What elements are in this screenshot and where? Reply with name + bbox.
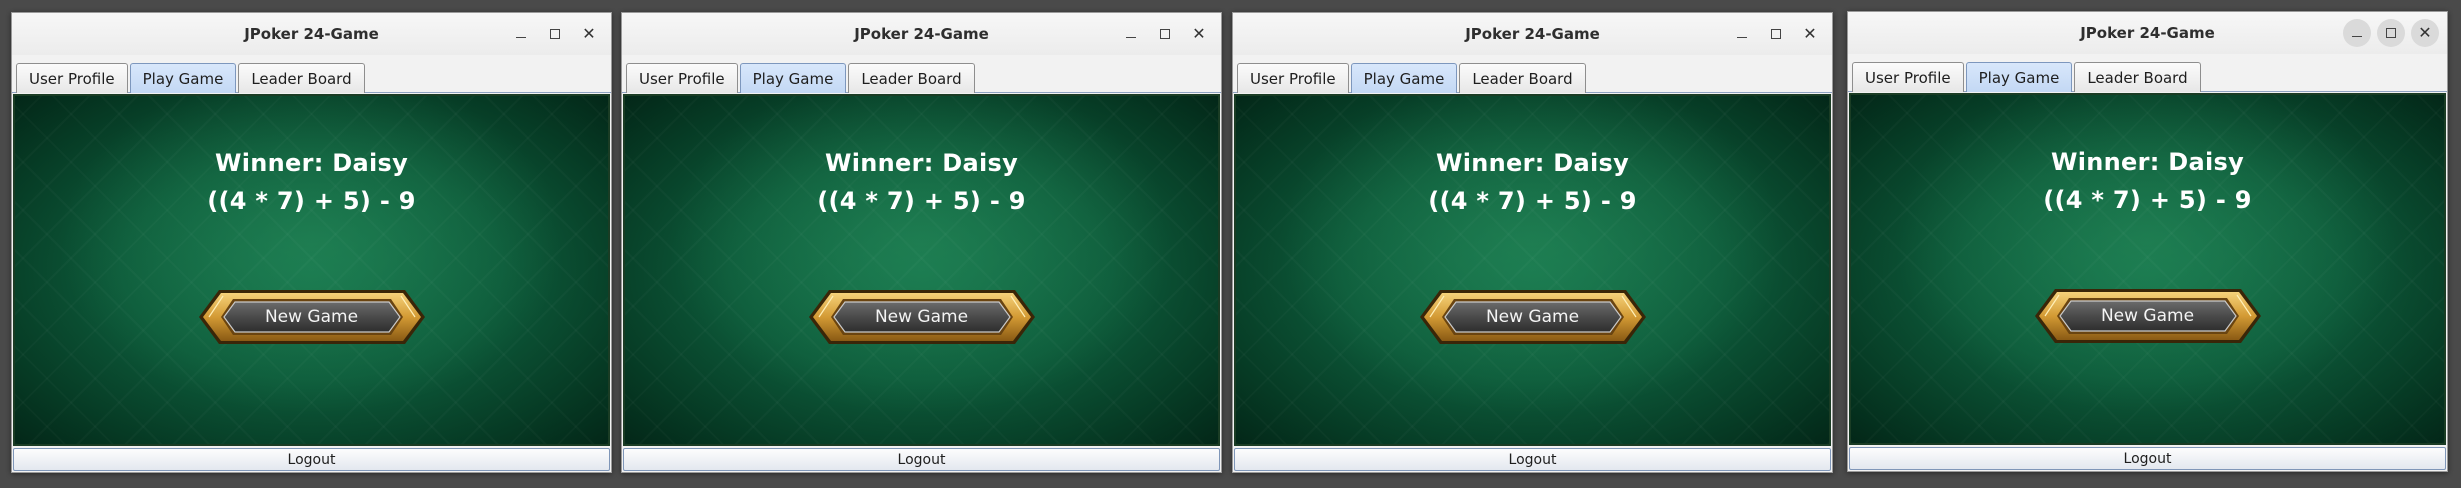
minimize-button[interactable] [1117, 20, 1145, 48]
maximize-icon [550, 29, 560, 39]
close-button[interactable]: ✕ [2411, 19, 2439, 47]
tab-leader-board[interactable]: Leader Board [2074, 62, 2201, 92]
minimize-icon [1126, 36, 1136, 38]
title-bar[interactable]: JPoker 24-Game ✕ [1233, 13, 1832, 55]
winning-expression: ((4 * 7) + 5) - 9 [817, 187, 1026, 215]
maximize-button[interactable] [1151, 20, 1179, 48]
logout-button[interactable]: Logout [623, 448, 1220, 471]
game-window-1: JPoker 24-Game ✕ User Profile Play Game … [11, 12, 612, 473]
window-title: JPoker 24-Game [854, 25, 989, 43]
new-game-button[interactable]: New Game [2033, 285, 2263, 347]
tab-bar: User Profile Play Game Leader Board [1233, 55, 1832, 93]
maximize-icon [1771, 29, 1781, 39]
maximize-button[interactable] [2377, 19, 2405, 47]
minimize-button[interactable] [2343, 19, 2371, 47]
logout-button[interactable]: Logout [1849, 447, 2446, 470]
game-window-4: JPoker 24-Game ✕ User Profile Play Game … [1847, 11, 2448, 472]
minimize-icon [2352, 35, 2362, 37]
new-game-label: New Game [874, 307, 969, 327]
tab-leader-board[interactable]: Leader Board [238, 63, 365, 93]
desktop: JPoker 24-Game ✕ User Profile Play Game … [0, 0, 2461, 488]
tab-user-profile[interactable]: User Profile [1237, 63, 1349, 93]
tab-bar: User Profile Play Game Leader Board [622, 55, 1221, 93]
close-icon: ✕ [1803, 24, 1817, 43]
winning-expression: ((4 * 7) + 5) - 9 [1428, 187, 1637, 215]
winner-label: Winner: Daisy [824, 149, 1019, 177]
game-table: Winner: Daisy ((4 * 7) + 5) - 9 New Game [1234, 94, 1831, 446]
logout-button[interactable]: Logout [1234, 448, 1831, 471]
new-game-button[interactable]: New Game [1418, 286, 1648, 348]
logout-button[interactable]: Logout [13, 448, 610, 471]
new-game-label: New Game [1485, 307, 1580, 327]
window-controls: ✕ [1117, 20, 1213, 48]
maximize-button[interactable] [541, 20, 569, 48]
close-icon: ✕ [582, 24, 596, 43]
tab-user-profile[interactable]: User Profile [626, 63, 738, 93]
tab-bar: User Profile Play Game Leader Board [1848, 54, 2447, 92]
title-bar[interactable]: JPoker 24-Game ✕ [622, 13, 1221, 55]
winner-label: Winner: Daisy [214, 149, 409, 177]
new-game-button[interactable]: New Game [807, 286, 1037, 348]
window-controls: ✕ [2343, 19, 2439, 47]
new-game-label: New Game [264, 307, 359, 327]
tab-user-profile[interactable]: User Profile [1852, 62, 1964, 92]
tab-leader-board[interactable]: Leader Board [848, 63, 975, 93]
window-title: JPoker 24-Game [1465, 25, 1600, 43]
window-title: JPoker 24-Game [244, 25, 379, 43]
close-icon: ✕ [2418, 23, 2432, 42]
title-bar[interactable]: JPoker 24-Game ✕ [12, 13, 611, 55]
maximize-icon [2386, 28, 2396, 38]
maximize-icon [1160, 29, 1170, 39]
winning-expression: ((4 * 7) + 5) - 9 [207, 187, 416, 215]
minimize-button[interactable] [1728, 20, 1756, 48]
game-table: Winner: Daisy ((4 * 7) + 5) - 9 New Game [13, 94, 610, 446]
game-table: Winner: Daisy ((4 * 7) + 5) - 9 New Game [1849, 93, 2446, 445]
minimize-button[interactable] [507, 20, 535, 48]
tab-play-game[interactable]: Play Game [129, 63, 237, 93]
tab-bar: User Profile Play Game Leader Board [12, 55, 611, 93]
window-controls: ✕ [507, 20, 603, 48]
tab-user-profile[interactable]: User Profile [16, 63, 128, 93]
game-table: Winner: Daisy ((4 * 7) + 5) - 9 New Game [623, 94, 1220, 446]
game-window-2: JPoker 24-Game ✕ User Profile Play Game … [621, 12, 1222, 473]
close-button[interactable]: ✕ [575, 20, 603, 48]
minimize-icon [1737, 36, 1747, 38]
title-bar[interactable]: JPoker 24-Game ✕ [1848, 12, 2447, 54]
winner-label: Winner: Daisy [2050, 148, 2245, 176]
tab-play-game[interactable]: Play Game [1350, 63, 1458, 93]
maximize-button[interactable] [1762, 20, 1790, 48]
tab-leader-board[interactable]: Leader Board [1459, 63, 1586, 93]
close-icon: ✕ [1192, 24, 1206, 43]
tab-play-game[interactable]: Play Game [1965, 62, 2073, 92]
window-title: JPoker 24-Game [2080, 24, 2215, 42]
window-controls: ✕ [1728, 20, 1824, 48]
winning-expression: ((4 * 7) + 5) - 9 [2043, 186, 2252, 214]
tab-play-game[interactable]: Play Game [739, 63, 847, 93]
winner-label: Winner: Daisy [1435, 149, 1630, 177]
game-window-3: JPoker 24-Game ✕ User Profile Play Game … [1232, 12, 1833, 473]
minimize-icon [516, 36, 526, 38]
close-button[interactable]: ✕ [1796, 20, 1824, 48]
new-game-button[interactable]: New Game [197, 286, 427, 348]
close-button[interactable]: ✕ [1185, 20, 1213, 48]
new-game-label: New Game [2100, 306, 2195, 326]
